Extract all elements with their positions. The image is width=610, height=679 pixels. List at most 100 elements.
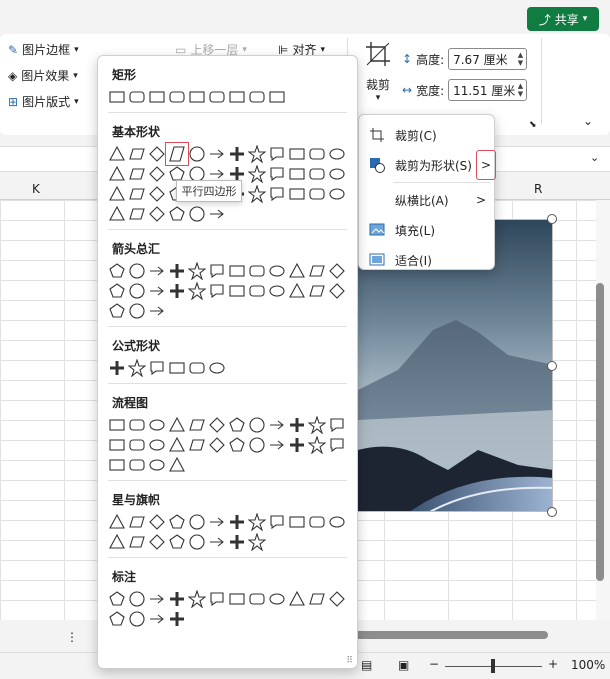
shape-option[interactable]	[108, 456, 126, 474]
resize-handle-bottom-right[interactable]	[547, 507, 557, 517]
shape-option[interactable]	[188, 359, 206, 377]
zoom-slider-thumb[interactable]	[491, 659, 495, 673]
shape-option[interactable]	[268, 513, 286, 531]
menu-item-fill[interactable]: 填充(L)	[359, 215, 494, 245]
shape-option[interactable]	[268, 185, 286, 203]
picture-layout-button[interactable]: ⊞ 图片版式 ▾	[8, 93, 79, 110]
shape-option[interactable]	[108, 185, 126, 203]
shape-option[interactable]	[307, 415, 327, 435]
zoom-level[interactable]: 100%	[571, 658, 605, 672]
shape-option[interactable]	[328, 185, 346, 203]
shape-option[interactable]	[108, 302, 126, 320]
shape-option[interactable]	[247, 512, 267, 532]
shape-option[interactable]	[148, 88, 166, 106]
shape-option[interactable]	[128, 590, 146, 608]
shape-option[interactable]	[128, 436, 146, 454]
shape-option[interactable]	[268, 436, 286, 454]
width-spinner[interactable]: ▲ ▼	[518, 82, 526, 98]
menu-item-fit[interactable]: 适合(I)	[359, 245, 494, 275]
resize-handle-right[interactable]	[547, 361, 557, 371]
width-field[interactable]: 11.51 厘米 ▲ ▼	[448, 79, 528, 101]
shape-option[interactable]	[108, 205, 126, 223]
shape-option[interactable]	[328, 416, 346, 434]
shape-option[interactable]	[288, 185, 306, 203]
shape-option[interactable]	[208, 282, 226, 300]
shape-option[interactable]	[328, 145, 346, 163]
shape-option[interactable]	[148, 282, 166, 300]
shape-option[interactable]	[228, 513, 246, 531]
vertical-scroll-thumb[interactable]	[596, 283, 604, 581]
zoom-in-icon[interactable]: +	[548, 657, 558, 671]
shape-option[interactable]	[187, 281, 207, 301]
shape-option[interactable]	[248, 262, 266, 280]
shape-option[interactable]	[148, 590, 166, 608]
shape-option[interactable]	[288, 262, 306, 280]
shape-option[interactable]	[168, 282, 186, 300]
dialog-launcher-icon[interactable]: ⬊	[529, 120, 537, 130]
shape-option[interactable]	[168, 456, 186, 474]
zoom-out-icon[interactable]: −	[429, 657, 439, 671]
shape-option[interactable]	[288, 282, 306, 300]
height-field[interactable]: 7.67 厘米 ▲ ▼	[448, 48, 528, 70]
shape-option[interactable]	[288, 416, 306, 434]
shape-option[interactable]	[128, 302, 146, 320]
shape-option[interactable]	[108, 282, 126, 300]
shape-option[interactable]	[108, 165, 126, 183]
shape-option[interactable]	[247, 184, 267, 204]
shape-option[interactable]	[128, 416, 146, 434]
shape-option[interactable]	[148, 436, 166, 454]
shape-option[interactable]	[148, 456, 166, 474]
shape-option[interactable]	[148, 145, 166, 163]
expand-formula-icon[interactable]: ⌄	[590, 151, 599, 164]
shape-option[interactable]	[268, 165, 286, 183]
shape-option[interactable]	[148, 416, 166, 434]
shape-option[interactable]	[148, 185, 166, 203]
shape-option[interactable]	[128, 262, 146, 280]
shape-option[interactable]	[208, 533, 226, 551]
shape-option[interactable]	[148, 262, 166, 280]
horizontal-scroll-thumb[interactable]	[348, 631, 548, 639]
shape-option[interactable]	[168, 205, 186, 223]
shape-option[interactable]	[247, 164, 267, 184]
shape-option[interactable]	[168, 416, 186, 434]
picture-border-button[interactable]: ✎ 图片边框 ▾	[8, 41, 79, 58]
shape-option[interactable]	[148, 533, 166, 551]
shape-option[interactable]	[148, 205, 166, 223]
shape-option[interactable]	[168, 513, 186, 531]
shape-option[interactable]	[188, 205, 206, 223]
resize-handle-top-right[interactable]	[547, 214, 557, 224]
shape-option[interactable]	[168, 88, 186, 106]
shape-option[interactable]	[208, 513, 226, 531]
shape-option[interactable]	[228, 145, 246, 163]
page-layout-view-icon[interactable]: ▤	[361, 658, 372, 672]
shape-option[interactable]	[208, 88, 226, 106]
shape-option[interactable]	[128, 456, 146, 474]
shape-option[interactable]	[248, 282, 266, 300]
shape-option[interactable]	[268, 88, 286, 106]
shape-option[interactable]	[208, 416, 226, 434]
shape-option[interactable]	[168, 262, 186, 280]
shape-option[interactable]	[248, 590, 266, 608]
shape-option[interactable]	[128, 88, 146, 106]
shape-option[interactable]	[128, 282, 146, 300]
shape-option[interactable]	[248, 88, 266, 106]
shape-option[interactable]	[308, 145, 326, 163]
shape-option[interactable]	[228, 416, 246, 434]
shape-option[interactable]	[108, 436, 126, 454]
shape-option[interactable]	[188, 436, 206, 454]
shape-option[interactable]	[328, 590, 346, 608]
shape-option[interactable]	[108, 262, 126, 280]
shape-option[interactable]	[268, 262, 286, 280]
shape-option[interactable]	[247, 144, 267, 164]
resize-grip-icon[interactable]: ⠿	[346, 656, 353, 666]
shape-option[interactable]	[128, 185, 146, 203]
crop-button[interactable]: 裁剪 ▾	[360, 40, 396, 122]
shape-option[interactable]	[187, 589, 207, 609]
shape-option[interactable]	[228, 262, 246, 280]
shape-option[interactable]	[228, 88, 246, 106]
height-spinner[interactable]: ▲ ▼	[518, 51, 526, 67]
column-r[interactable]: R	[534, 182, 542, 196]
shape-option[interactable]	[328, 165, 346, 183]
shape-option[interactable]	[228, 590, 246, 608]
shape-option[interactable]	[208, 359, 226, 377]
